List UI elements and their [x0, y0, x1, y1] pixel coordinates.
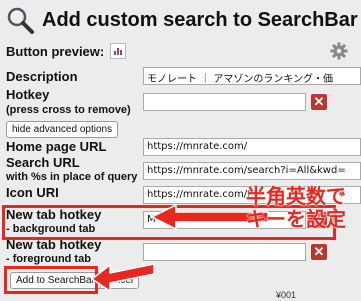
- hotkey-input[interactable]: [143, 93, 306, 111]
- gear-icon[interactable]: [330, 42, 348, 60]
- fg-hotkey-label: New tab hotkey: [6, 237, 102, 252]
- preview-button[interactable]: [110, 43, 127, 59]
- hide-advanced-button[interactable]: hide advanced options: [6, 121, 119, 138]
- site-favicon-icon: [114, 48, 123, 55]
- clear-hotkey-button[interactable]: ✕: [311, 94, 327, 110]
- annotation-line-1: 半角英数で: [246, 184, 346, 208]
- annotation-arrow-add-icon: [92, 263, 155, 292]
- fg-hotkey-sublabel: - foreground tab: [6, 253, 91, 265]
- hotkey-sublabel: (press cross to remove): [6, 104, 131, 116]
- search-url-input[interactable]: https://mnrate.com/search?i=All&kwd=: [143, 162, 361, 180]
- page-title: Add custom search to SearchBar: [42, 8, 358, 31]
- homepage-input[interactable]: https://mnrate.com/: [143, 138, 361, 156]
- search-url-sublabel: with %s in place of query: [6, 171, 138, 183]
- button-preview-row: Button preview:: [6, 43, 127, 59]
- hotkey-label: Hotkey: [6, 87, 50, 102]
- fg-hotkey-input[interactable]: [143, 243, 306, 261]
- background-text: ¥001: [276, 290, 297, 300]
- icon-uri-label: Icon URI: [6, 185, 59, 200]
- search-url-label: Search URL: [6, 155, 80, 170]
- button-preview-label: Button preview:: [6, 43, 105, 59]
- clear-fg-hotkey-button[interactable]: ✕: [311, 244, 327, 260]
- header: Add custom search to SearchBar: [6, 6, 358, 34]
- homepage-label: Home page URL: [6, 139, 107, 154]
- magnifier-icon: [7, 7, 34, 34]
- annotation-line-2: キーを設定: [246, 207, 346, 231]
- highlight-box-add-button: [4, 266, 98, 294]
- description-label: Description: [6, 69, 78, 84]
- description-input[interactable]: モノレート ｜ アマゾンのランキング・価: [143, 67, 361, 85]
- add-search-dialog: Add custom search to SearchBar Button pr…: [0, 0, 361, 301]
